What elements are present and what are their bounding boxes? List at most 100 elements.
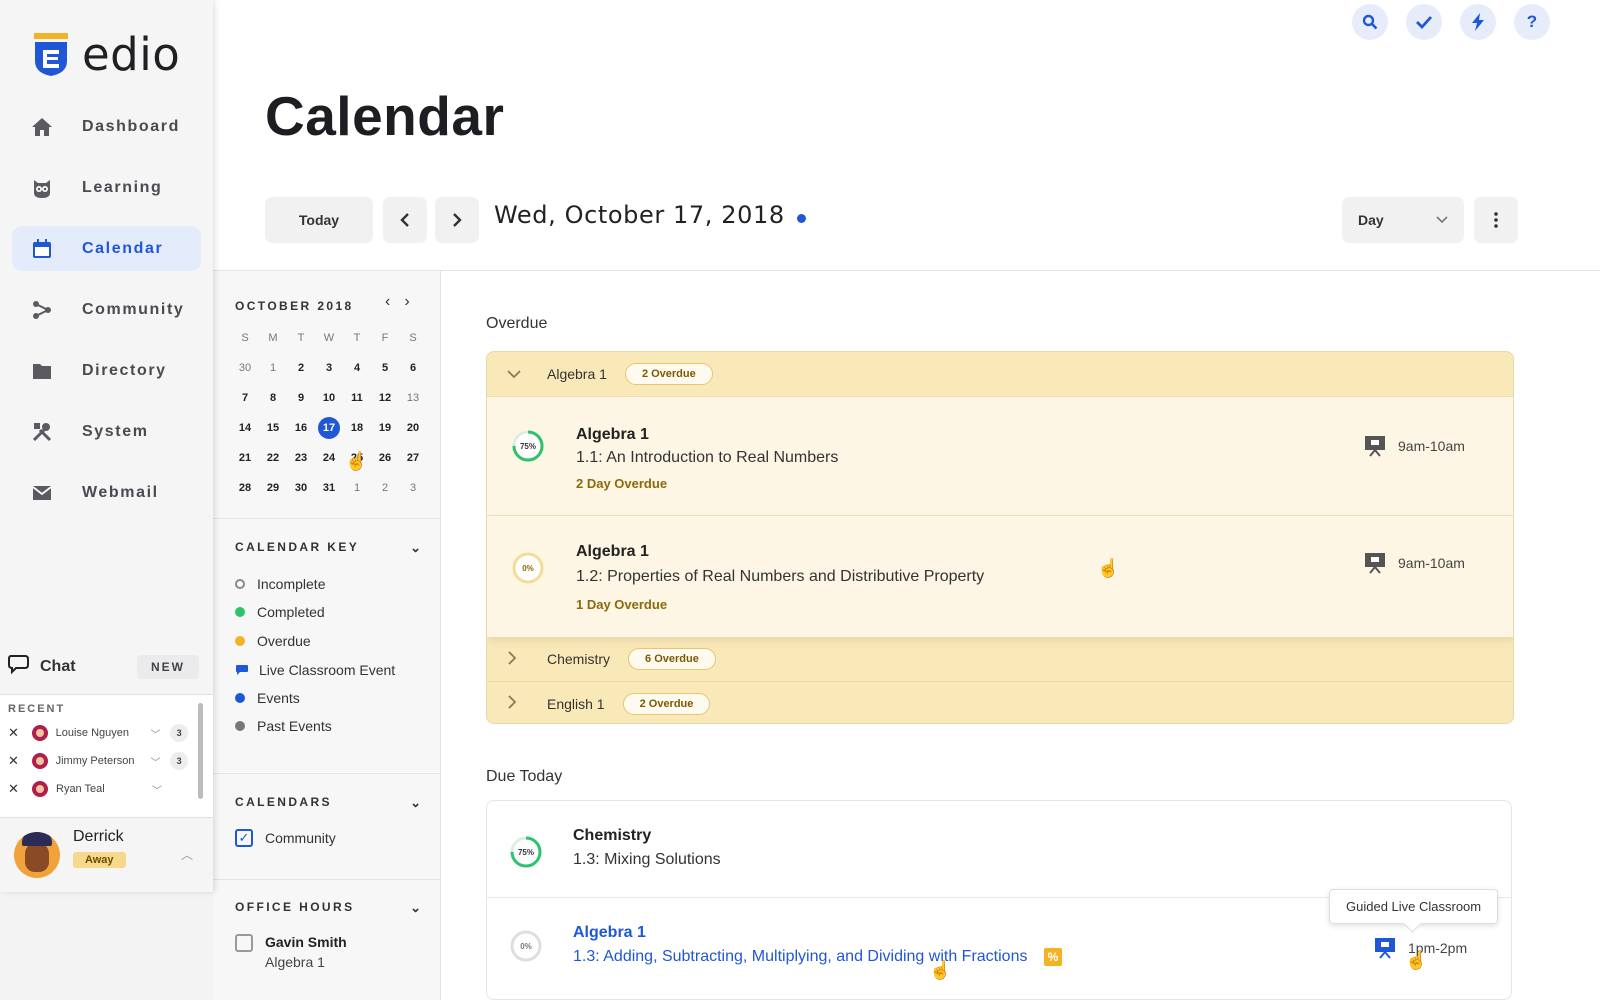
edio-logo[interactable]: edio: [32, 28, 180, 81]
nav-item-dashboard[interactable]: Dashboard: [12, 104, 201, 149]
week-row: 7 8 9 10 11 12 13: [231, 383, 427, 413]
office-hours-text: Gavin Smith Algebra 1: [265, 934, 347, 970]
view-select[interactable]: Day: [1342, 197, 1464, 243]
current-user-panel[interactable]: Derrick Away ︿: [0, 818, 213, 892]
checkbox-checked[interactable]: ✓: [235, 829, 253, 847]
chevron-down-icon[interactable]: ⌄: [410, 900, 421, 916]
day-cell[interactable]: 11: [343, 392, 371, 404]
day-cell[interactable]: 7: [231, 392, 259, 404]
close-icon[interactable]: ✕: [8, 753, 22, 769]
chevron-right-icon[interactable]: ›: [404, 293, 409, 311]
day-cell[interactable]: 20: [399, 422, 427, 434]
day-cell[interactable]: 24: [315, 452, 343, 464]
chevron-up-icon[interactable]: ︿: [181, 846, 193, 863]
calendar-toggle-community[interactable]: ✓ Community: [235, 829, 336, 847]
office-hours-header[interactable]: OFFICE HOURS ⌄: [235, 900, 421, 916]
week-row: 21 22 23 24 25 26 27: [231, 443, 427, 473]
new-chat-button[interactable]: NEW: [137, 655, 199, 679]
overdue-group-header-english[interactable]: English 1 2 Overdue: [487, 681, 1513, 723]
day-cell[interactable]: 31: [315, 482, 343, 494]
calendar-key-header[interactable]: CALENDAR KEY ⌄: [235, 540, 421, 556]
chevron-down-icon[interactable]: ﹀: [150, 754, 166, 769]
day-cell[interactable]: 19: [371, 422, 399, 434]
help-icon[interactable]: ?: [1514, 4, 1550, 40]
day-cell[interactable]: 3: [399, 482, 427, 494]
day-cell[interactable]: 15: [259, 422, 287, 434]
day-cell[interactable]: 14: [231, 422, 259, 434]
day-cell[interactable]: 27: [399, 452, 427, 464]
nav-item-directory[interactable]: Directory: [12, 348, 201, 393]
check-icon[interactable]: [1406, 4, 1442, 40]
checkbox-unchecked[interactable]: [235, 934, 253, 952]
nav-item-learning[interactable]: Learning: [12, 165, 201, 210]
user-name: Derrick: [73, 828, 124, 845]
assignment-card[interactable]: 0% Algebra 1 1.2: Properties of Real Num…: [487, 515, 1513, 637]
key-events: Events: [235, 690, 300, 706]
day-cell[interactable]: 23: [287, 452, 315, 464]
assignment-card[interactable]: 75% Chemistry 1.3: Mixing Solutions: [487, 801, 1511, 898]
recent-chat-name: Louise Nguyen: [55, 727, 129, 739]
nav-item-system[interactable]: System: [12, 409, 201, 454]
chevron-down-icon[interactable]: ⌄: [410, 540, 421, 556]
day-cell[interactable]: 13: [399, 392, 427, 404]
assignment-card[interactable]: 75% Algebra 1 1.1: An Introduction to Re…: [487, 396, 1513, 515]
sidebar: edio Dashboard Learning Calendar Communi…: [0, 0, 213, 892]
day-cell[interactable]: 10: [315, 392, 343, 404]
day-cell[interactable]: 12: [371, 392, 399, 404]
calendars-header[interactable]: CALENDARS ⌄: [235, 795, 421, 811]
live-classroom-icon: [236, 665, 248, 675]
lightning-icon[interactable]: [1460, 4, 1496, 40]
next-day-button[interactable]: [435, 197, 479, 243]
day-cell[interactable]: 26: [371, 452, 399, 464]
live-classroom-icon[interactable]: [1374, 937, 1396, 959]
day-cell[interactable]: 28: [231, 482, 259, 494]
more-options-button[interactable]: [1474, 197, 1518, 243]
day-cell[interactable]: 29: [259, 482, 287, 494]
overdue-group-header-chemistry[interactable]: Chemistry 6 Overdue: [487, 637, 1513, 681]
card-subject-link[interactable]: Algebra 1: [573, 924, 646, 942]
chevron-down-icon[interactable]: ﹀: [152, 782, 168, 797]
day-cell[interactable]: 8: [259, 392, 287, 404]
selected-day-cell[interactable]: 17: [315, 417, 343, 439]
day-cell[interactable]: 9: [287, 392, 315, 404]
day-cell[interactable]: 18: [343, 422, 371, 434]
close-icon[interactable]: ✕: [8, 781, 22, 797]
office-hours-item[interactable]: Gavin Smith Algebra 1: [235, 934, 347, 970]
recent-chat-item[interactable]: ✕ Louise Nguyen ﹀ 3: [8, 721, 188, 745]
chat-label: Chat: [40, 658, 76, 675]
close-icon[interactable]: ✕: [8, 725, 22, 741]
previous-day-button[interactable]: [383, 197, 427, 243]
day-cell[interactable]: 16: [287, 422, 315, 434]
calendars-title: CALENDARS: [235, 795, 332, 809]
recent-chat-item[interactable]: ✕ Jimmy Peterson ﹀ 3: [8, 749, 188, 773]
day-cell[interactable]: 4: [343, 362, 371, 374]
chevron-left-icon[interactable]: ‹: [385, 293, 390, 311]
presentation-board-icon: [1365, 436, 1385, 457]
office-hours-title: OFFICE HOURS: [235, 900, 355, 914]
day-cell[interactable]: 30: [231, 362, 259, 374]
calendar-icon: [29, 236, 55, 262]
day-cell[interactable]: 1: [343, 482, 371, 494]
agenda-view: Overdue Algebra 1 2 Overdue 75% Algebra …: [442, 271, 1600, 1000]
overdue-group-header-algebra[interactable]: Algebra 1 2 Overdue: [487, 352, 1513, 396]
day-cell[interactable]: 3: [315, 362, 343, 374]
nav-item-calendar[interactable]: Calendar: [12, 226, 201, 271]
day-cell[interactable]: 1: [259, 362, 287, 374]
nav-label: Webmail: [82, 483, 159, 501]
day-cell[interactable]: 6: [399, 362, 427, 374]
chevron-down-icon[interactable]: ﹀: [150, 726, 166, 741]
day-cell[interactable]: 2: [287, 362, 315, 374]
recent-chat-item[interactable]: ✕ Ryan Teal ﹀: [8, 777, 188, 801]
day-cell[interactable]: 22: [259, 452, 287, 464]
day-cell[interactable]: 21: [231, 452, 259, 464]
card-lesson-link[interactable]: 1.3: Adding, Subtracting, Multiplying, a…: [573, 948, 1027, 966]
search-icon[interactable]: [1352, 4, 1388, 40]
nav-item-community[interactable]: Community: [12, 287, 201, 332]
recent-scrollbar[interactable]: [198, 703, 203, 799]
nav-item-webmail[interactable]: Webmail: [12, 470, 201, 515]
day-cell[interactable]: 5: [371, 362, 399, 374]
today-button[interactable]: Today: [265, 197, 373, 243]
chevron-down-icon[interactable]: ⌄: [410, 795, 421, 811]
day-cell[interactable]: 2: [371, 482, 399, 494]
day-cell[interactable]: 30: [287, 482, 315, 494]
